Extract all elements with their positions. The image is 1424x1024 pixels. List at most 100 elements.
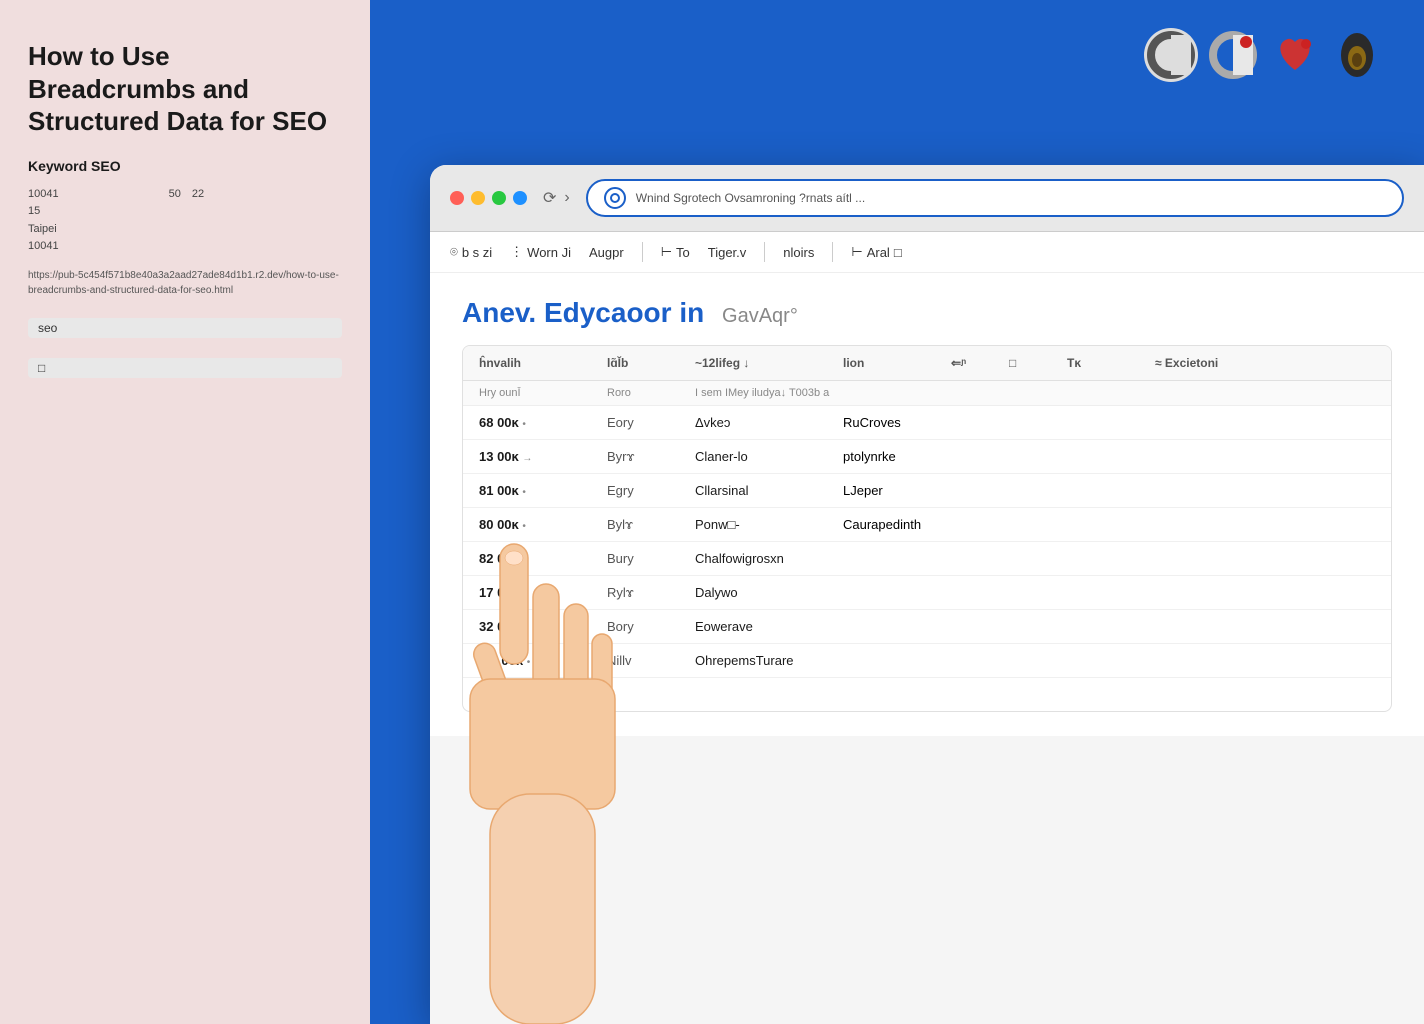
minimize-button[interactable] xyxy=(471,191,485,205)
row-trend-3: Cllarsinal xyxy=(695,483,835,498)
row-trend-7: Eowerave xyxy=(695,619,835,634)
toolbar-icon-ta: ⊢ xyxy=(661,244,672,260)
row-volume-9: 8ᴱ 00ĸ • xyxy=(479,687,599,702)
browser-content: Anev. Edycaoor in GavAqr° ĥnvalih lɑ̃Ĭb … xyxy=(430,273,1424,736)
logo-3 xyxy=(1268,28,1322,82)
toolbar-label-ta: To xyxy=(676,245,690,260)
logo-2 xyxy=(1206,28,1260,82)
table-row: SO 00ĸ • Nillv OhrepemsTurare xyxy=(463,644,1391,678)
row-volume-1: 68 00ĸ • xyxy=(479,415,599,430)
table-row: 68 00ĸ • Eory Δvkeɔ RuCroves xyxy=(463,406,1391,440)
forward-icon[interactable]: › xyxy=(564,189,569,207)
toolbar-item-augpr[interactable]: Augpr xyxy=(589,245,624,260)
row-trend-1: Δvkeɔ xyxy=(695,415,835,430)
sidebar-title: How to Use Breadcrumbs and Structured Da… xyxy=(28,40,342,138)
row-kd-3: Egry xyxy=(607,483,687,498)
meta-line3: Taipei xyxy=(28,223,57,235)
row-trend-2: Claner-lo xyxy=(695,449,835,464)
row-trend-6: Dalywo xyxy=(695,585,835,600)
toolbar-icon-aral: ⊢ xyxy=(851,244,862,260)
traffic-lights xyxy=(450,191,527,205)
toolbar-item-aral[interactable]: ⊢ Aral □ xyxy=(851,244,901,260)
row-trend-5: Chalfowigrosxn xyxy=(695,551,835,566)
content-title: Anev. Edycaoor in GavAqr° xyxy=(462,297,1392,329)
maximize-button[interactable] xyxy=(492,191,506,205)
toolbar-label-augpr: Augpr xyxy=(589,245,624,260)
row-volume-7: 32 00ĸ • xyxy=(479,619,599,634)
row-volume-6: 17 004 • xyxy=(479,585,599,600)
meta-line2: 15 xyxy=(28,205,40,217)
toolbar-item-wormji[interactable]: ⋮ Worn Ji xyxy=(510,244,571,260)
table-row: 17 004 • Rylɤ Dalywo xyxy=(463,576,1391,610)
table-row: 8ᴱ 00ĸ • xyxy=(463,678,1391,711)
row-keyword-2: ptolynrke xyxy=(843,449,943,464)
back-icon[interactable]: ⟳ xyxy=(543,188,556,208)
keyword-label: Keyword SEO xyxy=(28,158,342,174)
close-button[interactable] xyxy=(450,191,464,205)
subheader-1: Roro xyxy=(607,387,687,399)
row-volume-3: 81 00ĸ • xyxy=(479,483,599,498)
toolbar-icon-box: □ xyxy=(894,245,902,260)
browser-window: ⟳ › Wnind Sgrotech Ovsamroning ?rnats aí… xyxy=(430,165,1424,1024)
table-row: 81 00ĸ • Egry Cllarsinal LJeper xyxy=(463,474,1391,508)
row-trend-8: OhrepemsTurare xyxy=(695,653,835,668)
col-header-2: ~12lifeg ↓ xyxy=(695,356,835,370)
row-volume-4: 80 00ĸ • xyxy=(479,517,599,532)
logo-1 xyxy=(1144,28,1198,82)
toolbar-separator-2 xyxy=(764,242,765,262)
main-area: ⟳ › Wnind Sgrotech Ovsamroning ?rnats aí… xyxy=(370,0,1424,1024)
toolbar-separator-1 xyxy=(642,242,643,262)
col-header-0: ĥnvalih xyxy=(479,356,599,370)
toolbar-item-tiger[interactable]: Tiger.v xyxy=(708,245,747,260)
toolbar-item-ta[interactable]: ⊢ To xyxy=(661,244,690,260)
content-subtitle: GavAqr° xyxy=(722,305,798,327)
table-row: 82 00ĸ • Bury Chalfowigrosxn xyxy=(463,542,1391,576)
toolbar-label-tiger: Tiger.v xyxy=(708,245,747,260)
subheader-0: Hry ounĪ xyxy=(479,387,599,399)
sidebar-url: https://pub-5c454f571b8e40a3a2aad27ade84… xyxy=(28,268,342,298)
row-volume-2: 13 00ĸ → xyxy=(479,449,599,464)
address-circle-icon xyxy=(604,187,626,209)
logo-4 xyxy=(1330,28,1384,82)
address-text: Wnind Sgrotech Ovsamroning ?rnats aítl .… xyxy=(636,191,1386,205)
row-keyword-3: LJeper xyxy=(843,483,943,498)
table-row: 80 00ĸ • Bylɤ Ponw□- Caurapedinth xyxy=(463,508,1391,542)
toolbar-separator-3 xyxy=(832,242,833,262)
row-keyword-4: Caurapedinth xyxy=(843,517,943,532)
browser-nav: ⟳ › xyxy=(543,188,570,208)
toolbar-label-wormji: Worn Ji xyxy=(527,245,571,260)
row-kd-2: Byrɤ xyxy=(607,449,687,464)
row-kd-5: Bury xyxy=(607,551,687,566)
col-header-7: ≈ Excietoni xyxy=(1155,356,1275,370)
col-header-4: ⇐ᶮ xyxy=(951,356,1001,370)
row-keyword-1: RuCroves xyxy=(843,415,943,430)
content-title-part2: Edycaoor xyxy=(544,297,672,328)
meta-line1: 10041 50 22 xyxy=(28,188,237,200)
content-title-part3: in xyxy=(679,297,704,328)
toolbar-icon-wormji: ⋮ xyxy=(510,244,523,260)
extra-button[interactable] xyxy=(513,191,527,205)
row-volume-5: 82 00ĸ • xyxy=(479,551,599,566)
sidebar-tag2: □ xyxy=(28,358,342,378)
table-row: 32 00ĸ • Bory Eowerave xyxy=(463,610,1391,644)
top-logos-area xyxy=(1144,28,1384,82)
address-bar[interactable]: Wnind Sgrotech Ovsamroning ?rnats aítl .… xyxy=(586,179,1404,217)
sidebar-meta: 10041 50 22 15 Taipei 10041 xyxy=(28,186,342,256)
row-kd-7: Bory xyxy=(607,619,687,634)
toolbar-label-nloirs: nloirs xyxy=(783,245,814,260)
col-header-1: lɑ̃Ĭb xyxy=(607,356,687,370)
browser-chrome: ⟳ › Wnind Sgrotech Ovsamroning ?rnats aí… xyxy=(430,165,1424,232)
row-kd-6: Rylɤ xyxy=(607,585,687,600)
row-kd-4: Bylɤ xyxy=(607,517,687,532)
toolbar-item-1[interactable]: ⌾ b s zi xyxy=(450,244,492,260)
content-title-part1: Anev. xyxy=(462,297,536,328)
toolbar-label-aral: Aral xyxy=(867,245,890,260)
table-subheader: Hry ounĪ Roro I sem IMey iludya↓ T003b a xyxy=(463,381,1391,406)
toolbar-label-1: b s zi xyxy=(462,245,492,260)
col-header-6: Tĸ xyxy=(1067,356,1147,370)
row-kd-1: Eory xyxy=(607,415,687,430)
browser-toolbar: ⌾ b s zi ⋮ Worn Ji Augpr ⊢ To Tiger.v nl… xyxy=(430,232,1424,273)
meta-line4: 10041 xyxy=(28,240,59,252)
table-row: 13 00ĸ → Byrɤ Claner-lo ptolynrke xyxy=(463,440,1391,474)
toolbar-item-nloirs[interactable]: nloirs xyxy=(783,245,814,260)
